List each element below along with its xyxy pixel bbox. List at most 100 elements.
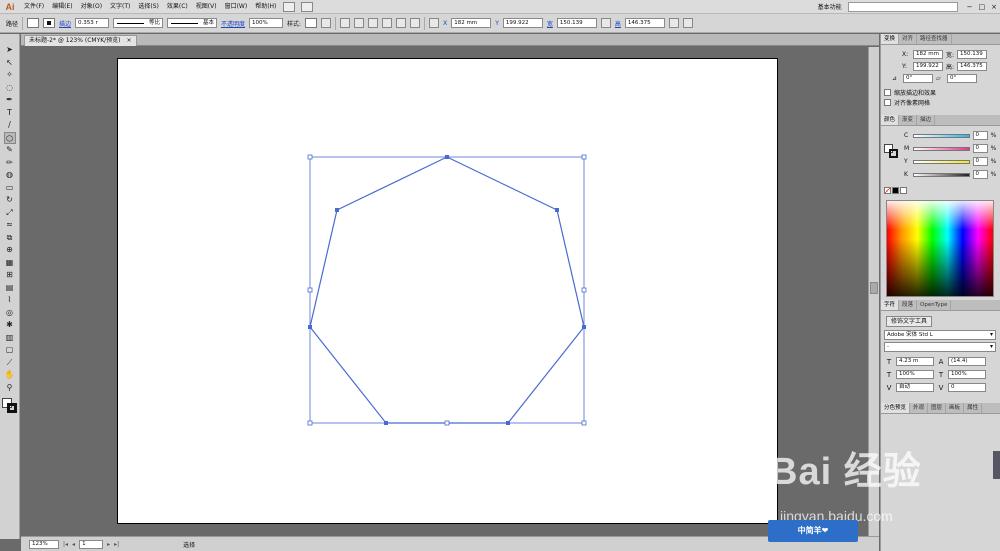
lasso-icon[interactable]: ◌: [4, 82, 16, 95]
align-right-icon[interactable]: [368, 18, 379, 28]
line-icon[interactable]: ∕: [4, 119, 16, 132]
align-top-icon[interactable]: [382, 18, 393, 28]
stroke-weight-field[interactable]: 0.353 r: [75, 18, 110, 28]
type-icon[interactable]: T: [4, 107, 16, 120]
maximize-button[interactable]: □: [976, 3, 989, 11]
previous-artboard-button[interactable]: ◂: [72, 541, 75, 548]
stroke-link[interactable]: 描边: [59, 19, 71, 28]
close-tab-icon[interactable]: ×: [127, 36, 132, 46]
symbol-sprayer-icon[interactable]: ✱: [4, 319, 16, 332]
tab-align[interactable]: 对齐: [899, 34, 918, 44]
paintbrush-icon[interactable]: ✎: [4, 144, 16, 157]
channel-value-field[interactable]: 0: [972, 144, 988, 153]
variable-width-profile[interactable]: 等比: [113, 18, 164, 28]
arrange-documents-icon[interactable]: [301, 1, 314, 12]
graphic-style-swatch[interactable]: [305, 18, 318, 28]
zoom-icon[interactable]: ⚲: [4, 382, 16, 395]
rotate-angle-field[interactable]: 0°: [903, 73, 933, 83]
menu-view[interactable]: 视图(V): [192, 0, 221, 14]
channel-slider[interactable]: [913, 172, 970, 177]
opacity-field[interactable]: 100%: [249, 18, 284, 28]
blob-brush-icon[interactable]: ◍: [4, 169, 16, 182]
bounding-box-handles[interactable]: [307, 154, 587, 426]
fill-swatch[interactable]: [27, 18, 40, 28]
kerning-field[interactable]: 自动: [896, 383, 934, 392]
tab-artboards[interactable]: 画板: [946, 403, 965, 413]
heptagon-path[interactable]: [309, 156, 585, 424]
scroll-thumb[interactable]: [870, 282, 878, 294]
transform-y-field[interactable]: 199.922: [913, 61, 943, 71]
white-swatch[interactable]: [900, 186, 907, 194]
menu-file[interactable]: 文件(F): [20, 0, 48, 14]
anchor-points[interactable]: [308, 155, 586, 425]
mesh-icon[interactable]: ⊞: [4, 269, 16, 282]
artwork-svg[interactable]: [118, 59, 779, 525]
align-left-icon[interactable]: [340, 18, 351, 28]
blend-icon[interactable]: ◎: [4, 307, 16, 320]
eyedropper-icon[interactable]: ⌇: [4, 294, 16, 307]
artboard-number-field[interactable]: 1: [79, 539, 104, 549]
none-swatch[interactable]: [884, 186, 891, 194]
pen-icon[interactable]: ✒: [4, 94, 16, 107]
menu-select[interactable]: 选择(S): [134, 0, 163, 14]
tab-paragraph[interactable]: 段落: [899, 300, 918, 310]
transform-w-field[interactable]: 150.139: [957, 49, 987, 59]
gradient-icon[interactable]: ▤: [4, 282, 16, 295]
panel-stroke-swatch[interactable]: [889, 149, 898, 158]
canvas-area[interactable]: [21, 47, 868, 536]
workspace-switcher[interactable]: 基本功能: [818, 2, 842, 11]
width-field[interactable]: 150.139: [556, 18, 597, 28]
channel-value-field[interactable]: 0: [972, 131, 988, 140]
tab-separations-preview[interactable]: 分色预览: [881, 403, 911, 413]
y-field[interactable]: 199.922: [502, 18, 543, 28]
toolbar-stroke-swatch[interactable]: [6, 403, 17, 413]
menu-object[interactable]: 对象(O): [77, 0, 106, 14]
first-artboard-button[interactable]: |◂: [63, 541, 68, 548]
recolor-icon[interactable]: [321, 18, 332, 28]
scale-strokes-checkbox[interactable]: [884, 88, 891, 96]
warp-icon[interactable]: ≈: [4, 219, 16, 232]
font-style-select[interactable]: -: [884, 342, 996, 352]
tab-gradient[interactable]: 渐变: [899, 115, 918, 125]
status-text[interactable]: 选择: [183, 540, 195, 549]
transform-icon[interactable]: [668, 18, 679, 28]
minimize-button[interactable]: −: [964, 3, 976, 11]
height-field[interactable]: 146.375: [624, 18, 665, 28]
pencil-icon[interactable]: ✏: [4, 157, 16, 170]
vertical-scale-field[interactable]: 100%: [896, 370, 934, 379]
leading-field[interactable]: (14.4): [948, 357, 986, 366]
menu-type[interactable]: 文字(T): [106, 0, 134, 14]
color-spectrum[interactable]: [886, 200, 994, 297]
transform-h-field[interactable]: 146.375: [957, 61, 987, 71]
x-field[interactable]: 182 mm: [451, 18, 492, 28]
scale-icon[interactable]: ⤢: [4, 207, 16, 220]
perspective-icon[interactable]: ▦: [4, 257, 16, 270]
align-center-icon[interactable]: [354, 18, 365, 28]
last-artboard-button[interactable]: ▸|: [114, 541, 119, 548]
channel-slider[interactable]: [913, 146, 970, 151]
align-middle-icon[interactable]: [396, 18, 407, 28]
magic-wand-icon[interactable]: ✧: [4, 69, 16, 82]
tab-layers[interactable]: 图层: [928, 403, 947, 413]
tracking-field[interactable]: 0: [948, 383, 986, 392]
channel-value-field[interactable]: 0: [972, 157, 988, 166]
shear-angle-field[interactable]: 0°: [947, 73, 977, 83]
tab-opentype[interactable]: OpenType: [917, 300, 952, 310]
search-input[interactable]: [847, 1, 958, 12]
constrain-proportions-icon[interactable]: [600, 18, 611, 28]
close-window-button[interactable]: ×: [988, 3, 1000, 11]
menu-edit[interactable]: 编辑(E): [48, 0, 76, 14]
zoom-field[interactable]: 123%: [29, 539, 59, 549]
brush-definition[interactable]: 基本: [167, 18, 218, 28]
horizontal-scale-field[interactable]: 100%: [948, 370, 986, 379]
tab-stroke[interactable]: 描边: [917, 115, 936, 125]
tab-character[interactable]: 字符: [881, 300, 900, 310]
menu-effect[interactable]: 效果(C): [163, 0, 192, 14]
rotate-icon[interactable]: ↻: [4, 194, 16, 207]
artboard-icon[interactable]: ▢: [4, 344, 16, 357]
fill-stroke-indicator[interactable]: [884, 144, 898, 158]
font-family-select[interactable]: Adobe 宋体 Std L: [884, 330, 996, 340]
align-pixel-checkbox[interactable]: [884, 98, 891, 106]
tab-color[interactable]: 颜色: [881, 115, 900, 125]
column-graph-icon[interactable]: ▥: [4, 332, 16, 345]
